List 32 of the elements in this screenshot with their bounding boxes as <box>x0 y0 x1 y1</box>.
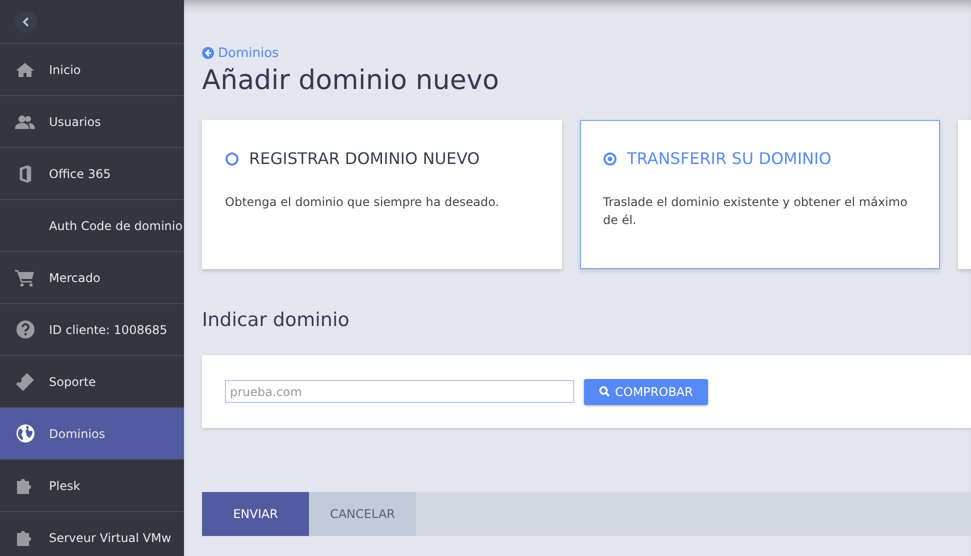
section-heading: Indicar dominio <box>202 309 350 331</box>
search-icon <box>599 386 610 397</box>
sidebar-item[interactable]: Office 365 <box>0 148 184 200</box>
home-icon <box>15 62 35 78</box>
back-icon <box>202 47 214 59</box>
sidebar-item[interactable]: ID cliente: 1008685 <box>0 304 184 356</box>
help-icon <box>16 320 34 339</box>
sidebar-item[interactable]: Auth Code de dominio <box>0 200 184 252</box>
sidebar-item[interactable]: Inicio <box>0 44 184 96</box>
cancel-button[interactable]: CANCELAR <box>309 492 416 536</box>
option-card[interactable]: TRANSFERIR SU DOMINIO Traslade el dominio existente y obtener el máximo de él. <box>580 120 940 269</box>
page-title: Añadir dominio nuevo <box>202 65 500 96</box>
option-title: TRANSFERIR SU DOMINIO <box>627 149 832 168</box>
cart-icon <box>15 268 35 286</box>
option-description: Obtenga el dominio que siempre ha deseado. <box>225 194 500 211</box>
sidebar-item[interactable]: Mercado <box>0 252 184 304</box>
users-icon <box>15 114 35 130</box>
sidebar-item[interactable]: Usuarios <box>0 96 184 148</box>
option-title: REGISTRAR DOMINIO NUEVO <box>249 149 480 168</box>
sidebar-item[interactable]: Serveur Virtual VMw <box>0 512 184 556</box>
radio-icon[interactable] <box>225 152 239 166</box>
submit-button[interactable]: ENVIAR <box>202 492 309 536</box>
chevron-left-icon <box>22 16 30 26</box>
sidebar-item[interactable]: Dominios <box>0 408 184 460</box>
sidebar-item[interactable]: Plesk <box>0 460 184 512</box>
collapse-button[interactable] <box>15 10 37 32</box>
office-icon <box>18 164 32 182</box>
ticket-icon <box>15 372 35 392</box>
globe-icon <box>16 424 34 443</box>
option-description: Traslade el dominio existente y obtener el máximo de él. <box>603 194 908 229</box>
radio-icon[interactable] <box>603 152 617 166</box>
option-card[interactable]: REGISTRAR DOMINIO NUEVO Obtenga el dominio que siempre ha deseado. <box>202 120 562 269</box>
